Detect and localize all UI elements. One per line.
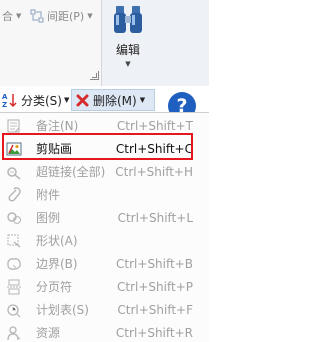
ribbon-group-left-button[interactable]: 合 ▼	[2, 8, 21, 24]
chevron-down-icon: ▼	[139, 96, 146, 104]
ribbon: 合 ▼ 间距(P) ▼ 编辑 ▼	[0, 0, 209, 86]
ribbon-group-left-label: 合	[2, 10, 13, 23]
resource-icon	[6, 325, 22, 341]
spacing-label: 间距(P)	[47, 10, 85, 23]
schedule-icon	[6, 302, 22, 318]
page-break-icon	[6, 279, 22, 295]
spacing-button[interactable]: 间距(P) ▼	[30, 8, 93, 24]
chevron-down-icon: ▼	[125, 60, 131, 68]
binoculars-icon	[111, 4, 145, 39]
menu-item-schedule[interactable]: 计划表(S) Ctrl+Shift+F	[0, 299, 209, 321]
menu-item-legend[interactable]: 图例 Ctrl+Shift+L	[0, 207, 209, 229]
menu-item-shortcut: Ctrl+Shift+H	[115, 165, 193, 179]
legend-icon	[6, 210, 22, 226]
edit-label: 编辑	[115, 43, 140, 57]
menu-item-shortcut: Ctrl+Shift+T	[116, 119, 193, 133]
menu-item-hyperlink-all[interactable]: 超链接(全部) Ctrl+Shift+H	[0, 161, 209, 183]
menu-item-shortcut: Ctrl+Shift+F	[117, 303, 193, 317]
boundary-icon	[6, 256, 22, 272]
dialog-launcher-icon[interactable]	[90, 71, 99, 80]
menu-item-shape[interactable]: 形状(A)	[0, 230, 209, 252]
chevron-down-icon: ▼	[63, 96, 70, 104]
attachment-icon	[6, 187, 22, 203]
menu-item-shortcut: Ctrl+Shift+B	[116, 257, 193, 271]
sort-az-icon: A Z	[2, 92, 18, 108]
menu-item-label: 附件	[36, 188, 61, 202]
svg-text:Z: Z	[2, 101, 7, 108]
menu-item-label: 边界(B)	[36, 257, 78, 271]
menu-item-label: 图例	[36, 211, 61, 225]
sort-label: 分类(S)	[21, 93, 62, 108]
menu-item-page-break[interactable]: 分页符 Ctrl+Shift+P	[0, 276, 209, 298]
menu-item-label: 资源	[36, 326, 61, 340]
menu-item-attachment[interactable]: 附件	[0, 184, 209, 206]
menu-item-shortcut: Ctrl+Shift+L	[117, 211, 193, 225]
delete-x-icon	[76, 94, 89, 107]
highlight-box	[2, 133, 193, 160]
shape-icon	[6, 233, 22, 249]
menu-item-label: 计划表(S)	[36, 303, 89, 317]
menu-item-shortcut: Ctrl+Shift+R	[115, 326, 193, 340]
sort-button[interactable]: A Z 分类(S) ▼	[2, 91, 69, 109]
menu-item-resource[interactable]: 资源 Ctrl+Shift+R	[0, 322, 209, 342]
edit-button[interactable]: 编辑 ▼	[108, 4, 148, 70]
menu-item-label: 分页符	[36, 280, 73, 294]
chevron-down-icon: ▼	[16, 12, 22, 20]
chevron-down-icon: ▼	[87, 12, 93, 20]
menu-item-boundary[interactable]: 边界(B) Ctrl+Shift+B	[0, 253, 209, 275]
delete-button[interactable]: 删除(M) ▼	[76, 91, 145, 109]
hyperlink-icon	[6, 164, 22, 180]
spacing-icon	[30, 9, 44, 23]
menu-item-label: 备注(N)	[36, 119, 79, 133]
menu-item-label: 形状(A)	[36, 234, 78, 248]
note-icon	[6, 118, 22, 134]
menu-item-shortcut: Ctrl+Shift+P	[117, 280, 193, 294]
menu-item-label: 超链接(全部)	[36, 165, 106, 179]
svg-text:A: A	[2, 93, 8, 101]
delete-label: 删除(M)	[93, 93, 137, 108]
